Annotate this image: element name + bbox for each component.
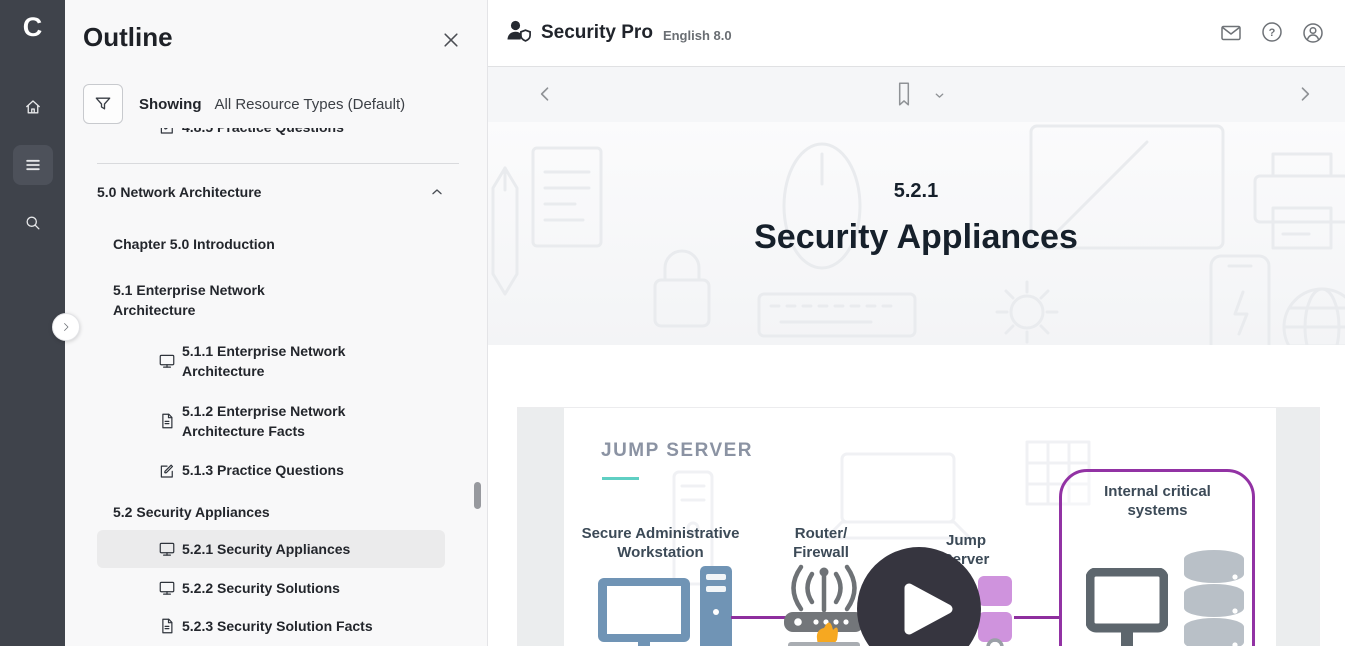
play-button[interactable] [857,547,981,646]
router-firewall-label: Router/ Firewall [781,525,861,563]
previous-resource-button[interactable] [535,84,555,104]
outline-item-label: 5.2 Security Appliances [113,502,270,522]
outline-item[interactable]: 5.1.2 Enterprise Network Architecture Fa… [97,401,445,442]
internal-systems-label: Internal critical systems [1075,483,1240,521]
video-diagram-heading: JUMP SERVER [601,440,753,462]
video-icon [158,579,176,597]
course-title: Security Pro [541,22,653,44]
bookmark-menu-button[interactable] [933,89,946,102]
database-icon [1180,548,1248,646]
outline-item[interactable]: 5.2.2 Security Solutions [97,578,445,598]
lesson-hero: 5.2.1 Security Appliances [487,122,1345,345]
outline-panel: Outline Showing All Resource Types (Defa… [65,0,488,646]
chevron-right-icon [1295,84,1315,104]
doc-icon [158,412,176,430]
outline-divider [97,163,459,164]
outline-item[interactable]: Chapter 5.0 Introduction [97,234,445,254]
outline-item-label: 5.2.1 Security Appliances [182,539,350,559]
video-letterbox-right [1276,408,1319,646]
sidebar-outline-button[interactable] [13,145,53,185]
outline-item-label: 5.1.1 Enterprise Network Architecture [182,341,412,382]
sidebar-search-button[interactable] [13,203,53,243]
lesson-title: Security Appliances [487,218,1345,257]
secure-workstation-icon [598,560,734,646]
practice-icon [158,462,176,480]
course-language-version: English 8.0 [663,28,732,43]
decorative-keyboard-icon [757,290,917,340]
hamburger-menu-icon [23,155,43,175]
svg-text:?: ? [1269,27,1276,39]
security-pro-logo-icon [505,18,533,49]
account-button[interactable] [1301,21,1325,45]
teal-accent-bar [602,477,639,480]
video-player: JUMP SERVER Secure Administrative Workst… [517,407,1320,646]
outline-item-label: 5.1 Enterprise Network Architecture [113,280,343,321]
home-icon [23,97,43,117]
app-root: C Outline Showing All Resource Types (De… [0,0,1345,646]
outline-list: 4.8.5 Practice Questions 5.0 Network Arch… [65,128,487,646]
envelope-icon [1219,21,1243,45]
outline-item-label: Chapter 5.0 Introduction [113,234,275,254]
outline-item[interactable]: 5.2 Security Appliances [97,502,445,522]
panel-expand-button[interactable] [52,313,80,341]
jump-server-icon [976,576,1016,646]
header-actions: ? [1219,20,1325,47]
help-icon: ? [1260,32,1284,47]
filter-button[interactable] [83,84,123,124]
course-header: Security Pro English 8.0 ? [487,0,1345,67]
chevron-up-icon[interactable] [429,184,445,200]
decorative-gear-icon [987,272,1067,345]
connector-line [1014,616,1059,619]
messages-button[interactable] [1219,21,1243,45]
decorative-globe-icon [1277,282,1345,345]
comptia-logo: C [23,14,43,41]
help-button[interactable]: ? [1260,20,1284,47]
outline-item-label: 5.0 Network Architecture [97,182,261,202]
bookmark-icon [891,80,917,108]
video-icon [158,352,176,370]
chevron-down-icon [933,89,946,102]
resource-navbar [487,67,1345,123]
outline-filter-row: Showing All Resource Types (Default) [83,84,405,124]
filter-showing-label: Showing [139,96,202,113]
video-icon [158,540,176,558]
filter-value[interactable]: All Resource Types (Default) [215,96,406,113]
outline-item-label: 5.2.2 Security Solutions [182,578,340,598]
outline-item[interactable]: 5.2.1 Security Appliances [97,530,445,568]
funnel-icon [93,94,113,114]
outline-item[interactable]: 4.8.5 Practice Questions [97,128,445,143]
outline-title: Outline [83,22,173,53]
next-resource-button[interactable] [1295,84,1315,104]
outline-scrollbar-thumb[interactable] [474,482,481,509]
practice-icon [158,128,176,136]
doc-icon [158,617,176,635]
outline-item-label: 4.8.5 Practice Questions [182,128,344,138]
search-icon [23,213,43,233]
workstation-label: Secure Administrative Workstation [578,525,743,563]
main-content: Security Pro English 8.0 ? [487,0,1345,646]
outline-item[interactable]: 5.1 Enterprise Network Architecture [97,280,445,321]
outline-item-label: 5.1.2 Enterprise Network Architecture Fa… [182,401,412,442]
decorative-phone-icon [1205,252,1275,345]
lesson-number: 5.2.1 [487,180,1345,203]
chevron-left-icon [535,84,555,104]
close-outline-button[interactable] [441,30,461,50]
bookmark-button[interactable] [891,80,917,108]
close-icon [441,30,461,50]
outline-item[interactable]: 5.0 Network Architecture [97,182,445,202]
outline-item[interactable]: 5.1.1 Enterprise Network Architecture [97,341,445,382]
outline-item-label: 5.2.3 Security Solution Facts [182,616,373,636]
video-letterbox-left [518,408,564,646]
outline-item[interactable]: 5.2.3 Security Solution Facts [97,616,445,636]
internal-monitor-icon [1086,568,1168,646]
sidebar-home-button[interactable] [13,87,53,127]
outline-item[interactable]: 5.1.3 Practice Questions [97,460,445,480]
chevron-right-icon [60,321,72,333]
account-icon [1301,21,1325,45]
outline-item-label: 5.1.3 Practice Questions [182,460,344,480]
